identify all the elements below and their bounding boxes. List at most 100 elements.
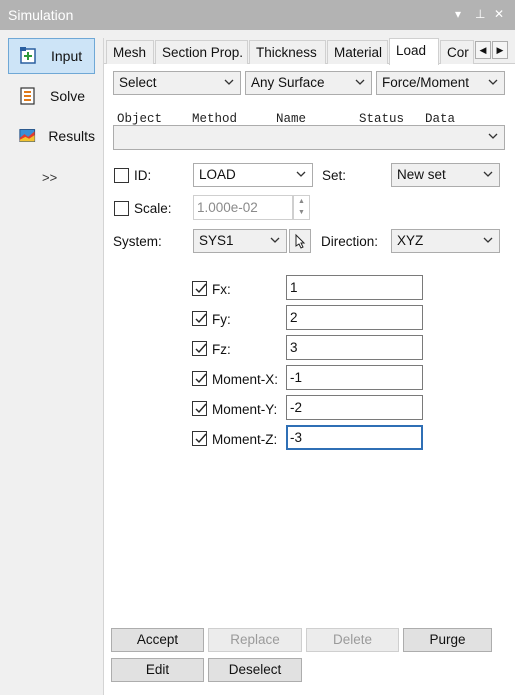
- column-header-method: Method: [192, 112, 238, 126]
- expand-sidebar-button[interactable]: >>: [42, 170, 57, 185]
- direction-label: Direction:: [321, 234, 379, 249]
- fx-label: Fx:: [212, 282, 231, 297]
- check-icon: [195, 313, 207, 324]
- fz-label: Fz:: [212, 342, 231, 357]
- sidebar-item-label: Results: [48, 128, 95, 144]
- moment-y-input[interactable]: -2: [286, 395, 423, 420]
- tab-material[interactable]: Material: [327, 40, 388, 64]
- chevron-down-icon: [296, 171, 306, 177]
- check-icon: [195, 283, 207, 294]
- fx-checkbox[interactable]: [192, 281, 207, 296]
- fz-input[interactable]: 3: [286, 335, 423, 360]
- sidebar-item-solve[interactable]: Solve: [8, 78, 95, 114]
- fy-value: 2: [290, 310, 298, 325]
- column-header-object: Object: [117, 112, 163, 126]
- set-label: Set:: [322, 168, 347, 183]
- chevron-down-icon: [488, 79, 498, 85]
- spin-up-icon: ▲: [298, 198, 305, 205]
- load-type-dropdown-value: Force/Moment: [382, 75, 470, 90]
- tab-section-prop[interactable]: Section Prop.: [155, 40, 248, 64]
- sidebar-item-label: Solve: [50, 88, 86, 104]
- fz-value: 3: [290, 340, 298, 355]
- surface-dropdown[interactable]: Any Surface: [245, 71, 372, 95]
- tab-thickness[interactable]: Thickness: [249, 40, 326, 64]
- fz-checkbox[interactable]: [192, 341, 207, 356]
- system-label: System:: [113, 234, 162, 249]
- check-icon: [195, 433, 207, 444]
- title-bar: Simulation ▾ ⊥ ✕: [0, 0, 515, 30]
- id-dropdown[interactable]: LOAD: [193, 163, 313, 187]
- chevron-down-icon: [488, 133, 498, 139]
- chevron-down-icon: [355, 79, 365, 85]
- cursor-pick-icon: [295, 233, 306, 249]
- id-dropdown-value: LOAD: [199, 167, 236, 182]
- accept-button[interactable]: Accept: [111, 628, 204, 652]
- solve-list-icon: [20, 87, 35, 105]
- chevron-down-icon: [270, 237, 280, 243]
- moment-z-value: -3: [290, 430, 303, 445]
- direction-dropdown[interactable]: XYZ: [391, 229, 500, 253]
- surface-dropdown-value: Any Surface: [251, 75, 325, 90]
- column-header-data: Data: [425, 112, 456, 126]
- pick-system-button[interactable]: [289, 229, 311, 253]
- purge-button[interactable]: Purge: [403, 628, 492, 652]
- scale-input[interactable]: 1.000e-02: [193, 195, 293, 220]
- chevron-down-icon: [483, 171, 493, 177]
- load-type-dropdown[interactable]: Force/Moment: [376, 71, 505, 95]
- tab-scroll-right-button[interactable]: ▶: [492, 41, 508, 59]
- add-input-icon: [20, 47, 36, 64]
- tab-bar: Mesh Section Prop. Thickness Material Lo…: [104, 38, 515, 65]
- set-dropdown-value: New set: [397, 167, 446, 182]
- id-label: ID:: [134, 168, 152, 183]
- replace-button[interactable]: Replace: [208, 628, 302, 652]
- select-dropdown-value: Select: [119, 75, 157, 90]
- chevron-down-icon: [224, 79, 234, 85]
- moment-x-input[interactable]: -1: [286, 365, 423, 390]
- fx-input[interactable]: 1: [286, 275, 423, 300]
- sidebar: Input Solve Results >>: [0, 30, 103, 695]
- sidebar-item-results[interactable]: Results: [8, 118, 95, 154]
- system-dropdown[interactable]: SYS1: [193, 229, 287, 253]
- moment-x-checkbox[interactable]: [192, 371, 207, 386]
- deselect-button[interactable]: Deselect: [208, 658, 302, 682]
- spin-down-icon: ▼: [298, 209, 305, 216]
- close-icon[interactable]: ✕: [494, 7, 504, 21]
- menu-dropdown-icon[interactable]: ▾: [455, 7, 461, 21]
- direction-dropdown-value: XYZ: [397, 233, 424, 248]
- scale-label: Scale:: [134, 201, 172, 216]
- system-dropdown-value: SYS1: [199, 233, 234, 248]
- column-header-name: Name: [276, 112, 307, 126]
- check-icon: [195, 403, 207, 414]
- check-icon: [195, 373, 207, 384]
- chevron-down-icon: [483, 237, 493, 243]
- check-icon: [195, 343, 207, 354]
- fx-value: 1: [290, 280, 298, 295]
- moment-z-label: Moment-Z:: [212, 432, 278, 447]
- tab-scroll-left-button[interactable]: ◀: [475, 41, 491, 59]
- scale-spinner[interactable]: ▲ ▼: [293, 195, 310, 220]
- tab-load[interactable]: Load: [389, 38, 439, 65]
- edit-button[interactable]: Edit: [111, 658, 204, 682]
- scale-input-value: 1.000e-02: [197, 200, 258, 215]
- tab-mesh[interactable]: Mesh: [106, 40, 154, 64]
- fy-input[interactable]: 2: [286, 305, 423, 330]
- fy-checkbox[interactable]: [192, 311, 207, 326]
- select-dropdown[interactable]: Select: [113, 71, 241, 95]
- fy-label: Fy:: [212, 312, 231, 327]
- object-list-dropdown[interactable]: [113, 125, 505, 150]
- scale-checkbox[interactable]: [114, 201, 129, 216]
- moment-y-checkbox[interactable]: [192, 401, 207, 416]
- moment-y-value: -2: [290, 400, 303, 415]
- id-checkbox[interactable]: [114, 168, 129, 183]
- tab-overflow[interactable]: Cor: [440, 40, 474, 64]
- sidebar-item-input[interactable]: Input: [8, 38, 95, 74]
- sidebar-item-label: Input: [51, 48, 83, 64]
- moment-z-checkbox[interactable]: [192, 431, 207, 446]
- delete-button[interactable]: Delete: [306, 628, 399, 652]
- moment-y-label: Moment-Y:: [212, 402, 278, 417]
- set-dropdown[interactable]: New set: [391, 163, 500, 187]
- pin-icon[interactable]: ⊥: [475, 7, 485, 21]
- main-panel: Mesh Section Prop. Thickness Material Lo…: [103, 38, 515, 695]
- results-chart-icon: [19, 129, 36, 143]
- moment-z-input[interactable]: -3: [286, 425, 423, 450]
